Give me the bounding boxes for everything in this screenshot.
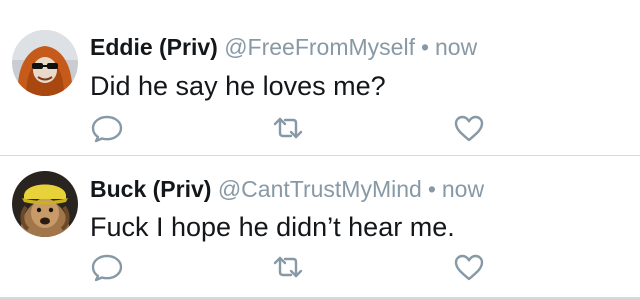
tweet[interactable]: Eddie (Priv) @FreeFromMyself • now Did he …	[0, 0, 640, 155]
reply-icon	[91, 115, 123, 143]
separator-dot: •	[427, 176, 436, 202]
tweet-header: Buck (Priv) @CantTrustMyMind • now	[90, 175, 484, 203]
timestamp: now	[441, 176, 485, 202]
avatar[interactable]	[12, 171, 78, 237]
display-name[interactable]: Eddie (Priv)	[90, 34, 218, 60]
heart-icon	[454, 115, 484, 142]
tweet-text: Fuck I hope he didn’t hear me.	[90, 212, 455, 242]
retweet-button[interactable]	[271, 252, 305, 282]
tweet-actions	[90, 113, 490, 143]
tweet-feed: Eddie (Priv) @FreeFromMyself • now Did he …	[0, 0, 640, 299]
reply-button[interactable]	[90, 252, 124, 282]
like-button[interactable]	[452, 252, 486, 282]
separator-dot: •	[420, 34, 430, 60]
display-name[interactable]: Buck (Priv)	[90, 176, 211, 202]
reply-button[interactable]	[90, 113, 124, 143]
user-handle[interactable]: @FreeFromMyself	[224, 34, 415, 60]
timestamp: now	[435, 34, 478, 60]
retweet-icon	[273, 256, 303, 278]
tweet[interactable]: Buck (Priv) @CantTrustMyMind • now Fuck I …	[0, 156, 640, 297]
tweet-text: Did he say he loves me?	[90, 71, 386, 101]
retweet-icon	[273, 117, 303, 139]
retweet-button[interactable]	[271, 113, 305, 143]
user-handle[interactable]: @CantTrustMyMind	[218, 176, 422, 202]
avatar[interactable]	[12, 30, 78, 96]
like-button[interactable]	[452, 113, 486, 143]
reply-icon	[91, 254, 123, 282]
dog-with-yellow-cap-avatar-icon	[12, 171, 78, 237]
tweet-actions	[90, 252, 490, 282]
heart-icon	[454, 254, 484, 281]
orange-hoodie-avatar-icon	[12, 30, 78, 96]
tweet-header: Eddie (Priv) @FreeFromMyself • now	[90, 33, 477, 61]
